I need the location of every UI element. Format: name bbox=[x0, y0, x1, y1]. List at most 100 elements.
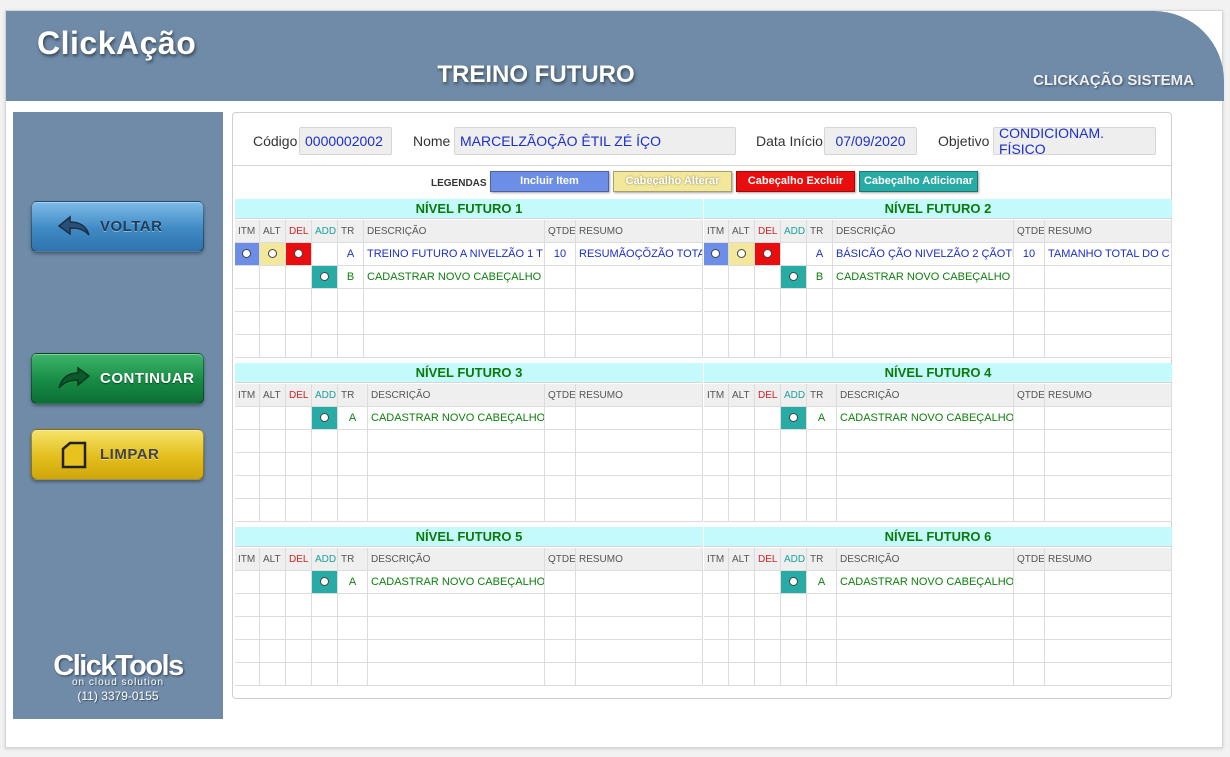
cell-alt bbox=[729, 663, 755, 686]
add-radio-icon[interactable] bbox=[788, 577, 798, 586]
cell-qtde bbox=[545, 594, 576, 617]
legend-cabecalho-excluir[interactable]: Cabeçalho Excluir bbox=[736, 171, 855, 192]
continuar-label: CONTINUAR bbox=[100, 370, 195, 387]
itm-radio-icon[interactable] bbox=[711, 249, 720, 258]
cell-descricao[interactable]: TREINO FUTURO A NIVELZÃO 1 T bbox=[364, 243, 545, 266]
column-header-itm: ITM bbox=[235, 548, 260, 571]
cell-add[interactable] bbox=[781, 266, 807, 289]
cell-itm[interactable] bbox=[704, 243, 729, 266]
cell-descricao bbox=[833, 289, 1014, 312]
column-header-qtde: QTDE bbox=[1014, 384, 1045, 407]
cell-add bbox=[781, 430, 807, 453]
legend-cabecalho-alterar[interactable]: Cabeçalho Alterar bbox=[613, 171, 732, 192]
cell-qtde bbox=[545, 335, 576, 358]
cell-itm bbox=[235, 453, 260, 476]
codigo-field[interactable]: 0000002002 bbox=[299, 127, 392, 155]
cell-del[interactable] bbox=[286, 243, 312, 266]
column-header-add: ADD bbox=[312, 548, 338, 571]
alt-radio-icon[interactable] bbox=[267, 249, 277, 258]
cell-add[interactable] bbox=[312, 407, 338, 430]
legend-incluir-item[interactable]: Incluir Item bbox=[490, 171, 609, 192]
column-header-resumo: RESUMO bbox=[576, 220, 703, 243]
column-header-add: ADD bbox=[781, 220, 807, 243]
cell-tr bbox=[338, 453, 368, 476]
cell-add[interactable] bbox=[781, 407, 807, 430]
brand-tagline: on cloud solution bbox=[71, 677, 165, 688]
voltar-button[interactable]: VOLTAR bbox=[31, 201, 204, 252]
cell-itm[interactable] bbox=[235, 243, 260, 266]
cell-descricao[interactable]: CADASTRAR NOVO CABEÇALHO bbox=[368, 571, 545, 594]
cell-itm bbox=[704, 663, 729, 686]
cell-descricao[interactable]: CADASTRAR NOVO CABEÇALHO bbox=[833, 266, 1014, 289]
cell-tr bbox=[807, 640, 837, 663]
cell-alt[interactable] bbox=[729, 243, 755, 266]
add-radio-icon[interactable] bbox=[788, 272, 798, 281]
del-radio-icon[interactable] bbox=[762, 249, 772, 258]
cell-tr bbox=[338, 594, 368, 617]
cell-tr bbox=[807, 499, 837, 522]
column-header-resumo: RESUMO bbox=[1045, 548, 1172, 571]
continuar-button[interactable]: CONTINUAR bbox=[31, 353, 204, 404]
cell-add[interactable] bbox=[312, 266, 338, 289]
cell-qtde bbox=[1014, 571, 1045, 594]
column-header-descricao: DESCRIÇÃO bbox=[368, 384, 545, 407]
column-header-add: ADD bbox=[312, 384, 338, 407]
add-radio-icon[interactable] bbox=[319, 272, 329, 281]
add-radio-icon[interactable] bbox=[788, 413, 798, 422]
del-radio-icon[interactable] bbox=[293, 249, 303, 258]
cell-qtde bbox=[1014, 430, 1045, 453]
itm-radio-icon[interactable] bbox=[242, 249, 251, 258]
nome-field[interactable]: MARCELZÃOÇÃO ÊTIL ZÉ ÍÇO bbox=[454, 127, 736, 155]
nome-label: Nome bbox=[413, 133, 451, 149]
cell-del[interactable] bbox=[755, 243, 781, 266]
column-header-alt: ALT bbox=[729, 384, 755, 407]
cell-itm bbox=[704, 312, 729, 335]
add-radio-icon[interactable] bbox=[319, 577, 329, 586]
objetivo-field[interactable]: CONDICIONAM. FÍSICO bbox=[993, 125, 1156, 157]
cell-add[interactable] bbox=[781, 571, 807, 594]
column-header-resumo: RESUMO bbox=[576, 384, 703, 407]
cell-itm bbox=[235, 594, 260, 617]
column-header-alt: ALT bbox=[729, 220, 755, 243]
legend-cabecalho-adicionar[interactable]: Cabeçalho Adicionar bbox=[859, 171, 978, 192]
column-header-itm: ITM bbox=[704, 220, 729, 243]
cell-tr bbox=[807, 430, 837, 453]
cell-descricao[interactable]: CADASTRAR NOVO CABEÇALHO bbox=[364, 266, 545, 289]
cell-resumo bbox=[576, 663, 703, 686]
cell-qtde: 10 bbox=[545, 243, 576, 266]
cell-descricao[interactable]: BÁSICÃO ÇÃO NIVELZÃO 2 ÇÃOTE bbox=[833, 243, 1014, 266]
cell-itm bbox=[704, 335, 729, 358]
cell-alt bbox=[729, 499, 755, 522]
cell-alt[interactable] bbox=[260, 243, 286, 266]
cell-alt bbox=[260, 312, 286, 335]
cell-tr: A bbox=[807, 407, 837, 430]
cell-tr bbox=[807, 476, 837, 499]
cell-resumo bbox=[1045, 571, 1172, 594]
alt-radio-icon[interactable] bbox=[736, 249, 746, 258]
data-inicio-field[interactable]: 07/09/2020 bbox=[824, 127, 917, 155]
column-header-qtde: QTDE bbox=[545, 548, 576, 571]
cell-itm bbox=[704, 476, 729, 499]
cell-qtde bbox=[545, 453, 576, 476]
cell-descricao[interactable]: CADASTRAR NOVO CABEÇALHO bbox=[837, 571, 1014, 594]
add-radio-icon[interactable] bbox=[319, 413, 329, 422]
column-header-del: DEL bbox=[286, 220, 312, 243]
column-header-tr: TR bbox=[807, 220, 833, 243]
limpar-button[interactable]: LIMPAR bbox=[31, 429, 204, 480]
forward-arrow-icon bbox=[54, 364, 94, 394]
column-header-del: DEL bbox=[286, 548, 312, 571]
cell-alt bbox=[260, 571, 286, 594]
cell-resumo bbox=[576, 266, 703, 289]
cell-itm bbox=[704, 266, 729, 289]
cell-descricao[interactable]: CADASTRAR NOVO CABEÇALHO bbox=[837, 407, 1014, 430]
cell-itm bbox=[704, 571, 729, 594]
cell-descricao bbox=[837, 453, 1014, 476]
column-header-qtde: QTDE bbox=[545, 220, 576, 243]
cell-descricao[interactable]: CADASTRAR NOVO CABEÇALHO bbox=[368, 407, 545, 430]
cell-add[interactable] bbox=[312, 571, 338, 594]
cell-del bbox=[755, 312, 781, 335]
cell-resumo bbox=[576, 499, 703, 522]
column-header-add: ADD bbox=[312, 220, 338, 243]
cell-tr: B bbox=[807, 266, 833, 289]
cell-itm bbox=[704, 407, 729, 430]
